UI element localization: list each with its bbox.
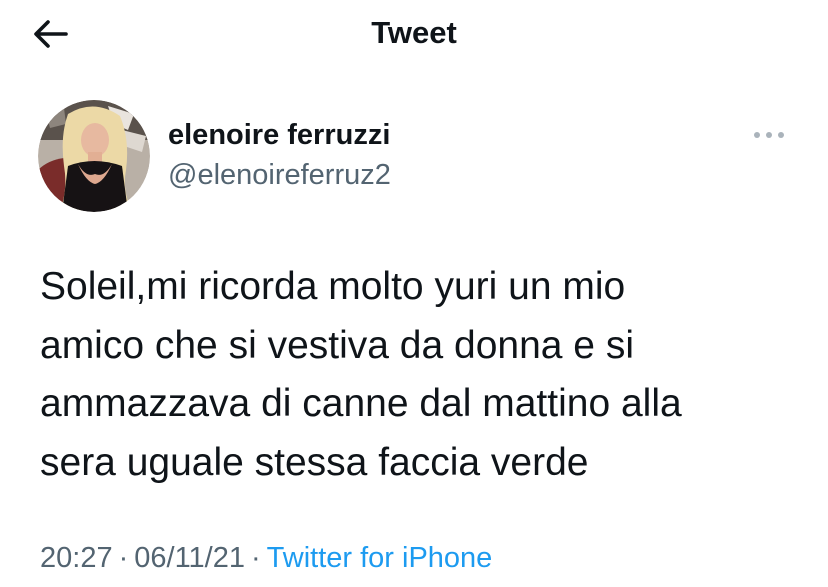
author-display-name[interactable]: elenoire ferruzzi [168, 118, 390, 152]
separator-dot: · [250, 542, 261, 574]
more-button[interactable] [744, 120, 794, 150]
tweet-time[interactable]: 20:27 [40, 542, 113, 574]
tweet-author: elenoire ferruzzi @elenoireferruz2 [38, 100, 798, 212]
separator-dot: · [118, 542, 129, 574]
author-handle[interactable]: @elenoireferruz2 [168, 158, 391, 192]
top-bar: Tweet [0, 0, 828, 70]
profile-photo [38, 100, 150, 212]
more-horizontal-icon [754, 132, 784, 138]
tweet-metadata: 20:27 · 06/11/21 · Twitter for iPhone [40, 538, 492, 578]
tweet-source-link[interactable]: Twitter for iPhone [267, 542, 493, 574]
avatar[interactable] [38, 100, 150, 212]
tweet-date[interactable]: 06/11/21 [134, 542, 245, 574]
page-title: Tweet [371, 15, 457, 50]
tweet-text: Soleil,mi ricorda molto yuri un mio amic… [40, 265, 682, 484]
